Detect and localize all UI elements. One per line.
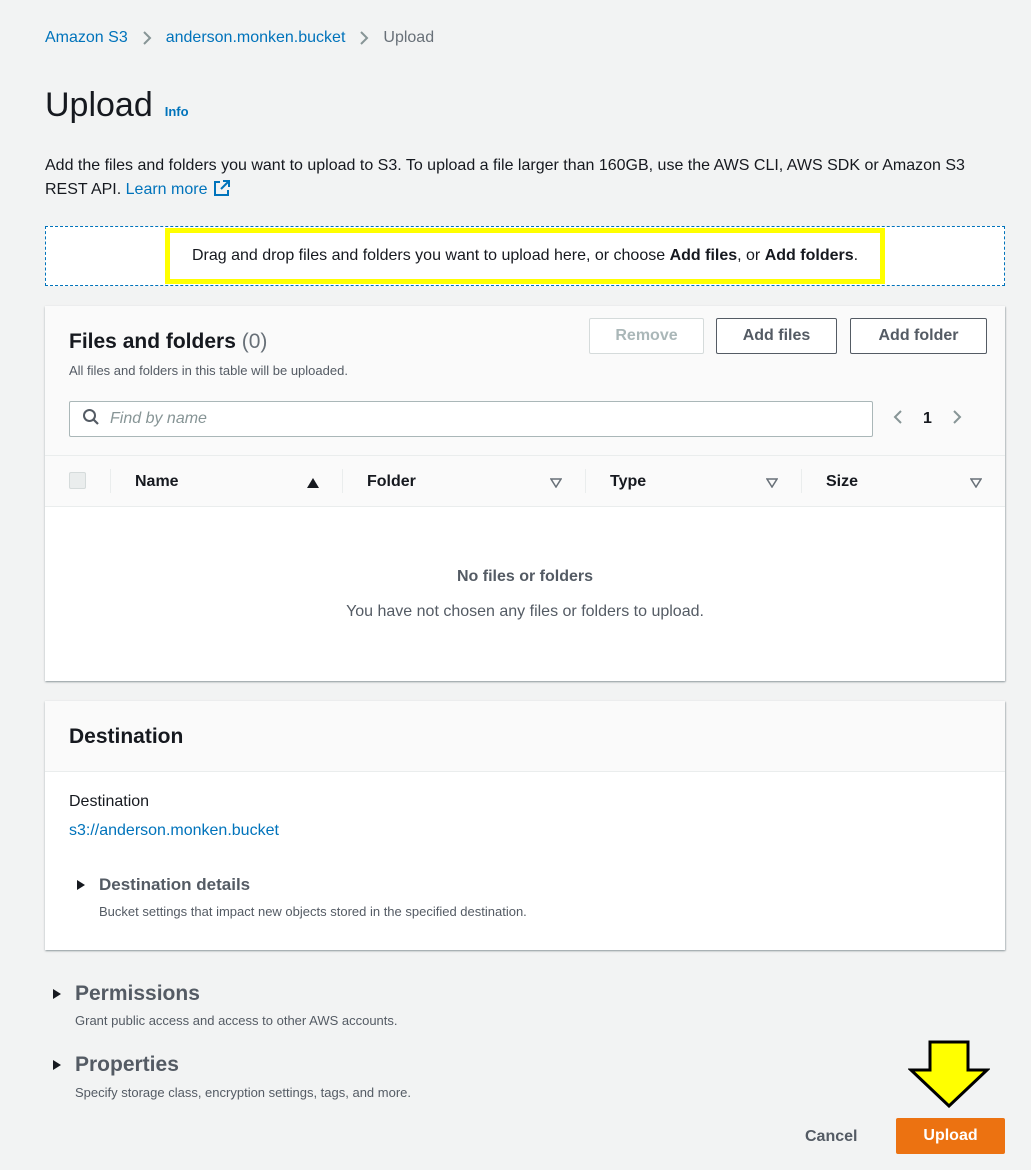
drop-zone-or: , or xyxy=(737,247,761,264)
permissions-toggle[interactable]: Permissions xyxy=(53,982,200,1006)
search-field[interactable] xyxy=(69,401,873,437)
chevron-right-icon xyxy=(142,30,152,46)
sort-ascending-icon[interactable] xyxy=(307,475,319,493)
chevron-right-icon[interactable] xyxy=(952,409,962,430)
table-header: Name Folder Type Size xyxy=(45,456,1005,507)
properties-toggle[interactable]: Properties xyxy=(53,1053,179,1077)
external-link-icon[interactable] xyxy=(213,179,231,205)
add-folder-button[interactable]: Add folder xyxy=(850,318,987,354)
remove-button[interactable]: Remove xyxy=(589,318,704,354)
empty-state-message: You have not chosen any files or folders… xyxy=(346,603,704,620)
column-folder[interactable]: Folder xyxy=(367,456,416,507)
files-panel-subtitle: All files and folders in this table will… xyxy=(69,363,348,378)
destination-label: Destination xyxy=(69,793,150,810)
search-icon xyxy=(82,408,100,431)
drop-zone-add-files: Add files xyxy=(669,247,738,264)
cancel-button[interactable]: Cancel xyxy=(790,1119,872,1155)
permissions-desc: Grant public access and access to other … xyxy=(75,1013,398,1028)
caret-right-icon xyxy=(53,1060,61,1070)
files-count: (0) xyxy=(241,330,268,353)
chevron-right-icon xyxy=(359,30,369,46)
destination-panel-header: Destination xyxy=(45,701,1005,772)
drop-zone-prefix: Drag and drop files and folders you want… xyxy=(191,247,666,264)
column-size[interactable]: Size xyxy=(826,456,858,507)
column-name[interactable]: Name xyxy=(135,456,179,507)
column-type[interactable]: Type xyxy=(610,456,646,507)
intro-text: Add the files and folders you want to up… xyxy=(45,154,1005,205)
select-all-checkbox[interactable] xyxy=(69,472,86,489)
learn-more-link[interactable]: Learn more xyxy=(126,181,208,198)
empty-state-title: No files or folders xyxy=(456,568,594,585)
search-input[interactable] xyxy=(110,410,810,428)
files-and-folders-panel: Files and folders (0) All files and fold… xyxy=(45,306,1005,681)
breadcrumb-bucket[interactable]: anderson.monken.bucket xyxy=(166,29,346,47)
add-files-button[interactable]: Add files xyxy=(716,318,837,354)
arrow-down-icon xyxy=(908,1040,990,1108)
breadcrumb: Amazon S3 anderson.monken.bucket Upload xyxy=(45,29,434,47)
caret-right-icon xyxy=(53,989,61,999)
destination-details-toggle[interactable]: Destination details xyxy=(77,875,250,895)
sort-icon[interactable] xyxy=(549,475,563,493)
chevron-left-icon[interactable] xyxy=(893,409,903,430)
properties-desc: Specify storage class, encryption settin… xyxy=(75,1085,412,1100)
destination-title: Destination xyxy=(69,725,184,748)
drop-zone-add-folders: Add folders xyxy=(764,247,854,264)
destination-details-title: Destination details xyxy=(99,875,251,894)
breadcrumb-current: Upload xyxy=(383,29,435,46)
destination-details-desc: Bucket settings that impact new objects … xyxy=(99,904,527,919)
info-link[interactable]: Info xyxy=(165,104,189,119)
properties-title: Properties xyxy=(75,1053,179,1076)
drop-zone-highlight: Drag and drop files and folders you want… xyxy=(164,228,886,284)
upload-button[interactable]: Upload xyxy=(896,1118,1005,1154)
files-panel-header: Files and folders (0) All files and fold… xyxy=(45,306,1005,456)
sort-icon[interactable] xyxy=(765,475,779,493)
destination-link[interactable]: s3://anderson.monken.bucket xyxy=(69,822,279,840)
pagination: 1 xyxy=(893,401,962,437)
drop-zone-suffix: . xyxy=(853,247,859,264)
caret-right-icon xyxy=(77,880,85,890)
files-title-text: Files and folders xyxy=(69,330,236,353)
destination-panel: Destination Destination s3://anderson.mo… xyxy=(45,701,1005,950)
page-header: Upload Info xyxy=(45,86,189,125)
permissions-title: Permissions xyxy=(75,982,200,1005)
page-number[interactable]: 1 xyxy=(923,410,932,428)
sort-icon[interactable] xyxy=(969,475,983,493)
drop-zone[interactable]: Drag and drop files and folders you want… xyxy=(45,226,1005,286)
breadcrumb-amazon-s3[interactable]: Amazon S3 xyxy=(45,29,128,47)
page-title: Upload xyxy=(45,86,153,124)
files-panel-title: Files and folders (0) xyxy=(69,330,267,354)
